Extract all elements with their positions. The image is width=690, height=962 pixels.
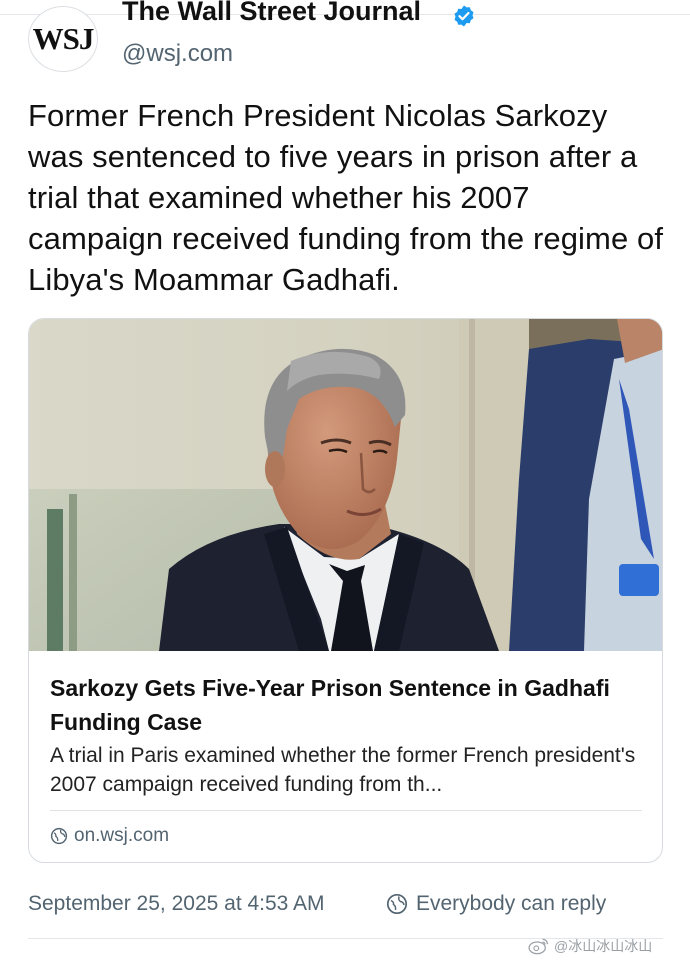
link-card-description: A trial in Paris examined whether the fo… <box>50 744 636 796</box>
reply-setting-label: Everybody can reply <box>416 892 607 915</box>
post-view: WSJ The Wall Street Journal @wsj.com For… <box>0 0 690 962</box>
news-photo[interactable] <box>29 319 663 651</box>
account-handle[interactable]: @wsj.com <box>122 40 233 68</box>
link-card-domain-text: on.wsj.com <box>74 825 170 846</box>
account-avatar[interactable]: WSJ <box>28 6 98 72</box>
link-card-divider <box>50 810 642 811</box>
globe-icon <box>50 827 68 845</box>
link-card-domain[interactable]: on.wsj.com <box>50 823 169 849</box>
link-card-title[interactable]: Sarkozy Gets Five-Year Prison Sentence i… <box>50 671 640 739</box>
post-text: Former French President Nicolas Sarkozy … <box>28 98 664 297</box>
weibo-icon <box>528 938 549 955</box>
verified-badge-icon <box>454 5 474 27</box>
reply-globe-icon <box>386 893 408 915</box>
avatar-logo-text: WSJ <box>32 21 95 56</box>
watermark: @冰山冰山冰山 <box>528 934 652 958</box>
watermark-text: @冰山冰山冰山 <box>554 938 653 954</box>
post-timestamp[interactable]: September 25, 2025 at 4:53 AM <box>28 892 325 916</box>
account-display-name[interactable]: The Wall Street Journal <box>122 0 421 27</box>
link-preview-card[interactable]: Sarkozy Gets Five-Year Prison Sentence i… <box>28 318 663 863</box>
reply-setting[interactable]: Everybody can reply <box>386 890 606 918</box>
